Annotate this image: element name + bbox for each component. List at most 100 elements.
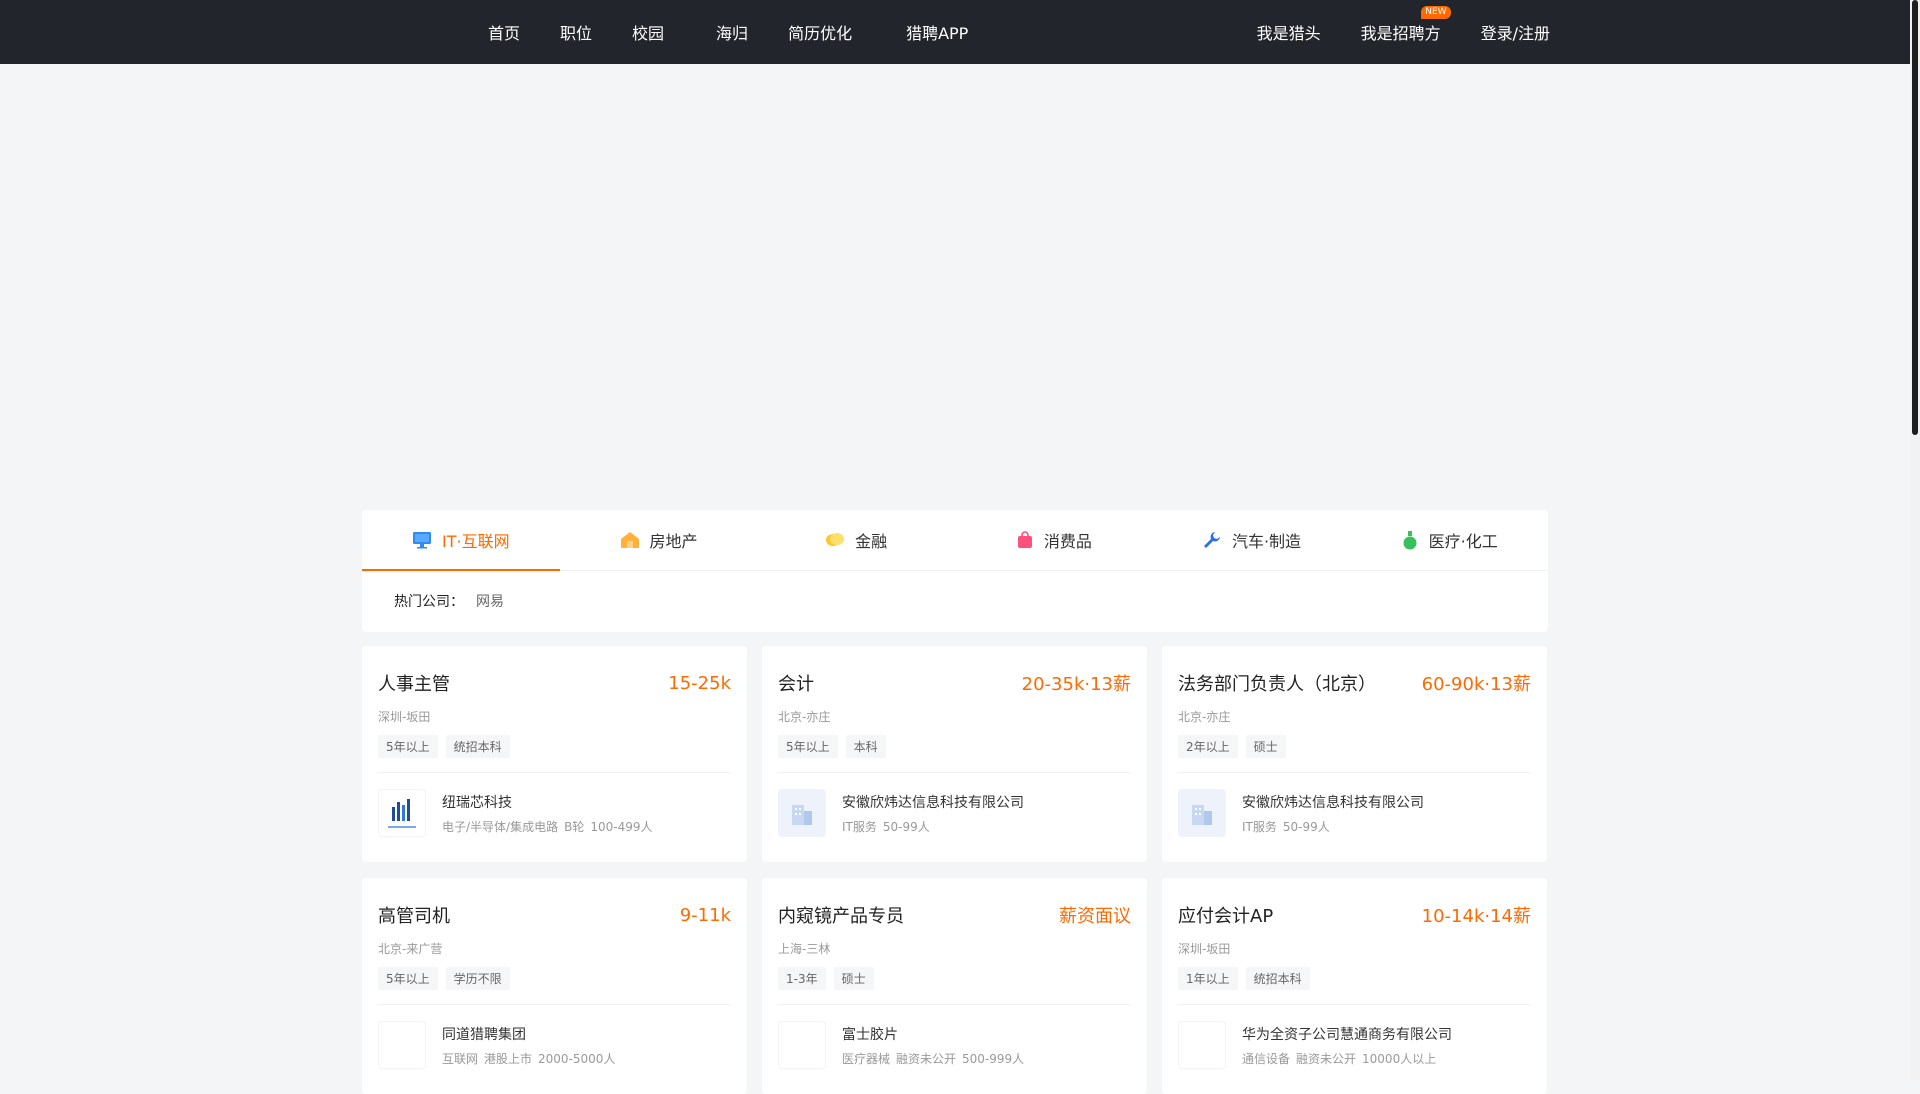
company-size: 2000-5000人	[538, 1051, 616, 1066]
company-name: 纽瑞芯科技	[442, 794, 512, 811]
flask-icon	[1401, 530, 1419, 550]
coins-icon	[825, 531, 845, 549]
house-icon	[620, 531, 640, 549]
job-tag: 1-3年	[778, 967, 826, 990]
company-meta: 电子/半导体/集成电路 B轮 100-499人	[442, 818, 658, 835]
top-navigation-bar: 首页 职位 校园 海归 简历优化 猎聘APP 我是猎头 我是招聘方 NEW 登录…	[0, 0, 1910, 64]
tab-medical-chemical[interactable]: 医疗·化工	[1350, 510, 1548, 570]
company-logo	[378, 789, 426, 837]
tab-label: 金融	[855, 532, 888, 551]
company-logo	[778, 1021, 826, 1069]
job-tag: 2年以上	[1178, 735, 1238, 758]
hot-companies-label: 热门公司：	[394, 594, 464, 610]
nav-app[interactable]: 猎聘APP	[906, 20, 968, 44]
nav-headhunter[interactable]: 我是猎头	[1257, 20, 1321, 44]
job-salary: 60-90k·13薪	[1421, 674, 1531, 695]
company-meta: IT服务 50-99人	[1242, 818, 1424, 835]
hot-company-link[interactable]: 网易	[476, 591, 504, 611]
job-salary: 10-14k·14薪	[1421, 906, 1531, 927]
company-name: 安徽欣炜达信息科技有限公司	[1242, 794, 1424, 811]
company-name: 华为全资子公司慧通商务有限公司	[1242, 1026, 1452, 1043]
job-card[interactable]: 人事主管 15-25k 深圳-坂田 5年以上 统招本科 纽瑞芯科技 电子/半导体…	[362, 646, 747, 862]
company-meta: 通信设备 融资未公开 10000人以上	[1242, 1050, 1452, 1067]
building-icon	[1178, 789, 1226, 837]
company-size: 100-499人	[590, 819, 653, 834]
company-stage: 融资未公开	[896, 1051, 957, 1066]
job-location: 上海-三林	[778, 942, 831, 956]
company-industry: IT服务	[1242, 819, 1277, 834]
company-name: 安徽欣炜达信息科技有限公司	[842, 794, 1024, 811]
job-salary: 20-35k·13薪	[1021, 674, 1131, 695]
nav-recruiter-label: 我是招聘方	[1360, 24, 1441, 43]
company-size: 50-99人	[1282, 819, 1330, 834]
divider	[1178, 772, 1531, 773]
job-card[interactable]: 应付会计AP 10-14k·14薪 深圳-坂田 1年以上 统招本科 华为全资子公…	[1162, 878, 1547, 1094]
company-size: 50-99人	[882, 819, 930, 834]
job-tag: 5年以上	[378, 735, 438, 758]
industry-tabs: IT·互联网 房地产 金融 消费品 汽车·制造 医疗·化工	[362, 510, 1548, 571]
tab-real-estate[interactable]: 房地产	[560, 510, 758, 570]
tab-auto-manufacturing[interactable]: 汽车·制造	[1153, 510, 1351, 570]
divider	[1178, 1004, 1531, 1005]
job-location: 深圳-坂田	[1178, 942, 1231, 956]
job-tag: 学历不限	[445, 967, 510, 990]
divider	[778, 1004, 1131, 1005]
company-logo	[1178, 1021, 1226, 1069]
job-title: 法务部门负责人（北京）	[1178, 674, 1376, 695]
company-name: 富士胶片	[842, 1026, 898, 1043]
nav-resume-optimization[interactable]: 简历优化	[788, 20, 852, 44]
job-card[interactable]: 内窥镜产品专员 薪资面议 上海-三林 1-3年 硕士 富士胶片 医疗器械 融资未公…	[762, 878, 1147, 1094]
job-tag: 5年以上	[778, 735, 838, 758]
divider	[778, 772, 1131, 773]
company-industry: IT服务	[842, 819, 877, 834]
tab-finance[interactable]: 金融	[757, 510, 955, 570]
nav-overseas-returnees[interactable]: 海归	[716, 20, 748, 44]
nav-login-register[interactable]: 登录/注册	[1481, 20, 1550, 44]
tab-label: 汽车·制造	[1231, 532, 1302, 551]
job-title: 内窥镜产品专员	[778, 906, 904, 927]
company-size: 500-999人	[962, 1051, 1025, 1066]
company-name: 同道猎聘集团	[442, 1026, 526, 1043]
company-industry: 医疗器械	[842, 1051, 891, 1066]
nav-home[interactable]: 首页	[488, 20, 520, 44]
page-scrollbar[interactable]	[1910, 0, 1920, 1080]
monitor-icon	[412, 531, 432, 549]
company-size: 10000人以上	[1362, 1051, 1437, 1066]
industry-tabs-card: IT·互联网 房地产 金融 消费品 汽车·制造 医疗·化工 热门公司： 网易	[362, 510, 1548, 632]
company-industry: 通信设备	[1242, 1051, 1291, 1066]
company-stage: 港股上市	[484, 1051, 533, 1066]
job-tag: 本科	[845, 735, 886, 758]
nav-campus[interactable]: 校园	[632, 20, 664, 44]
job-location: 北京-亦庄	[778, 710, 831, 724]
company-stage: B轮	[564, 819, 585, 834]
nav-recruiter[interactable]: 我是招聘方 NEW	[1360, 6, 1451, 44]
tab-label: 房地产	[649, 532, 698, 551]
company-industry: 电子/半导体/集成电路	[442, 819, 559, 834]
company-meta: 互联网 港股上市 2000-5000人	[442, 1050, 621, 1067]
scrollbar-thumb[interactable]	[1912, 0, 1918, 435]
wrench-icon	[1202, 530, 1222, 550]
job-location: 北京-来广营	[378, 942, 443, 956]
company-stage: 融资未公开	[1296, 1051, 1357, 1066]
job-location: 深圳-坂田	[378, 710, 431, 724]
job-card[interactable]: 法务部门负责人（北京） 60-90k·13薪 北京-亦庄 2年以上 硕士 安徽欣…	[1162, 646, 1547, 862]
job-tag: 硕士	[1245, 735, 1286, 758]
job-salary: 9-11k	[679, 904, 731, 926]
job-location: 北京-亦庄	[1178, 710, 1231, 724]
user-nav: 我是猎头 我是招聘方 NEW 登录/注册	[1217, 0, 1550, 64]
building-icon	[778, 789, 826, 837]
tab-label: 医疗·化工	[1428, 532, 1498, 551]
nav-jobs[interactable]: 职位	[560, 20, 592, 44]
company-logo	[378, 1021, 426, 1069]
divider	[378, 1004, 731, 1005]
job-card[interactable]: 会计 20-35k·13薪 北京-亦庄 5年以上 本科 安徽欣炜达信息科技有限公…	[762, 646, 1147, 862]
job-card[interactable]: 高管司机 9-11k 北京-来广营 5年以上 学历不限 同道猎聘集团 互联网 港股…	[362, 878, 747, 1094]
job-tag: 5年以上	[378, 967, 438, 990]
tab-consumer-goods[interactable]: 消费品	[955, 510, 1153, 570]
company-meta: 医疗器械 融资未公开 500-999人	[842, 1050, 1030, 1067]
shopping-bag-icon	[1016, 531, 1034, 549]
banner-area	[0, 64, 1910, 504]
tab-it-internet[interactable]: IT·互联网	[362, 510, 560, 571]
new-badge: NEW	[1421, 6, 1451, 19]
company-industry: 互联网	[442, 1051, 479, 1066]
